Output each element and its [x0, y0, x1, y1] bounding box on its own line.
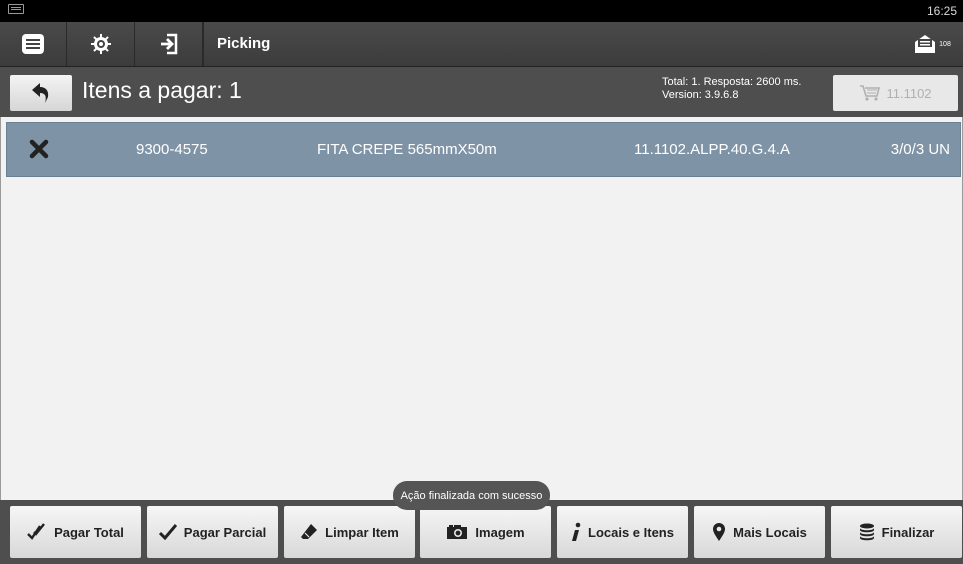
cart-button[interactable]: 11.1102: [833, 75, 958, 111]
success-toast: Ação finalizada com sucesso: [393, 481, 550, 510]
status-bar: 16:25: [0, 0, 963, 22]
cart-label: 11.1102: [886, 85, 932, 101]
menu-button[interactable]: [0, 22, 67, 66]
keyboard-icon: [8, 4, 24, 14]
image-label: Imagem: [475, 524, 525, 540]
page-title: Itens a pagar: 1: [82, 77, 242, 103]
image-button[interactable]: Imagem: [420, 506, 551, 558]
screen-title: Picking: [217, 35, 271, 52]
item-code: 9300-4575: [136, 141, 208, 158]
double-check-icon: [27, 523, 46, 540]
map-pin-icon: [713, 523, 726, 541]
action-bar: Picking 108: [0, 22, 963, 67]
info-icon: [572, 522, 581, 541]
database-icon: [859, 523, 874, 541]
total-response-text: Total: 1. Resposta: 2600 ms.: [662, 76, 802, 88]
pay-partial-label: Pagar Parcial: [183, 524, 267, 540]
pay-total-label: Pagar Total: [54, 524, 124, 540]
clear-item-label: Limpar Item: [325, 524, 399, 540]
login-icon: [161, 33, 178, 55]
version-text: Version: 3.9.6.8: [662, 89, 739, 101]
settings-button[interactable]: [68, 22, 135, 66]
more-locations-button[interactable]: Mais Locais: [694, 506, 825, 558]
back-button[interactable]: [10, 75, 72, 111]
locations-items-label: Locais e Itens: [588, 524, 674, 540]
check-icon: [158, 524, 177, 540]
cart-icon: [860, 85, 881, 101]
app-window: 16:25 Picking 108 Itens a pagar: 1 Total…: [0, 0, 963, 564]
pay-total-button[interactable]: Pagar Total: [10, 506, 141, 558]
title-separator: [203, 22, 204, 66]
locations-items-button[interactable]: Locais e Itens: [557, 506, 688, 558]
list-header: Itens a pagar: 1 Total: 1. Resposta: 260…: [0, 67, 963, 117]
message-count: 108: [939, 40, 951, 48]
item-location: 11.1102.ALPP.40.G.4.A: [634, 141, 790, 158]
remove-item-button[interactable]: [29, 139, 49, 163]
close-icon: [29, 139, 49, 159]
finish-label: Finalizar: [881, 524, 935, 540]
item-quantity: 3/0/3 UN: [890, 141, 950, 158]
response-info: Total: 1. Resposta: 2600 ms. Version: 3.…: [662, 76, 801, 102]
login-button[interactable]: [136, 22, 203, 66]
gear-icon: [91, 34, 111, 54]
finish-button[interactable]: Finalizar: [831, 506, 962, 558]
menu-icon: [22, 34, 44, 54]
clear-item-button[interactable]: Limpar Item: [284, 506, 415, 558]
item-description: FITA CREPE 565mmX50m: [317, 141, 497, 158]
list-item[interactable]: 9300-4575 FITA CREPE 565mmX50m 11.1102.A…: [6, 122, 961, 177]
items-list: 9300-4575 FITA CREPE 565mmX50m 11.1102.A…: [0, 117, 963, 500]
eraser-icon: [301, 524, 318, 539]
mail-icon: [915, 35, 936, 53]
clock: 16:25: [926, 4, 957, 18]
undo-arrow-icon: [32, 83, 49, 103]
pay-partial-button[interactable]: Pagar Parcial: [147, 506, 278, 558]
messages-button[interactable]: 108: [910, 30, 955, 58]
camera-icon: [447, 525, 468, 539]
more-locations-label: Mais Locais: [733, 524, 807, 540]
